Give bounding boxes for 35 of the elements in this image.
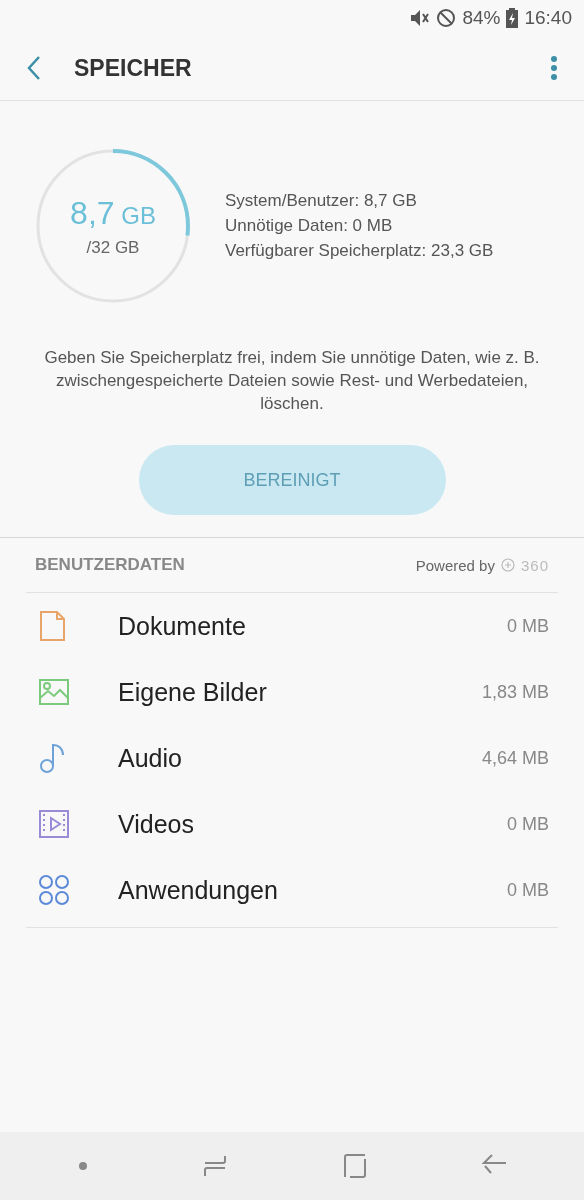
mute-icon [410, 9, 431, 27]
do-not-disturb-icon [436, 8, 457, 28]
hint-text: Geben Sie Speicherplatz frei, indem Sie unnötige Daten, wie z. B. zwischengespeicherte Dateien sowie Rest- und Werbedateien, löschen. [43, 347, 541, 415]
total-storage: /32 GB [86, 237, 140, 258]
storage-detail: System/Benutzer: 8,7 GB [225, 191, 418, 211]
battery-percent: 84% [462, 7, 501, 29]
category-row[interactable]: Audio 4,64 MB [26, 725, 558, 791]
brand-label: 360 [520, 556, 549, 574]
storage-detail: Unnötige Daten: 0 MB [225, 216, 394, 236]
plus-circle-icon [500, 558, 515, 572]
category-name: Anwendungen [118, 875, 279, 905]
home-icon[interactable] [342, 1153, 367, 1179]
category-name: Eigene Bilder [118, 677, 268, 707]
category-size: 0 MB [507, 615, 549, 637]
category-size: 4,64 MB [481, 747, 549, 769]
more-options-icon[interactable] [550, 55, 558, 81]
recent-apps-icon[interactable] [203, 1153, 228, 1179]
category-row[interactable]: Anwendungen 0 MB [26, 857, 558, 923]
powered-by-label: Powered by [415, 556, 495, 574]
category-size: 0 MB [507, 813, 549, 835]
category-name: Audio [118, 743, 183, 773]
category-name: Videos [118, 809, 195, 839]
category-size: 1,83 MB [481, 681, 549, 703]
category-size: 0 MB [507, 879, 549, 901]
category-row[interactable]: Videos 0 MB [26, 791, 558, 857]
dot-icon[interactable] [77, 1161, 88, 1171]
category-name: Dokumente [118, 611, 247, 641]
category-row[interactable]: Eigene Bilder 1,83 MB [26, 659, 558, 725]
clock: 16:40 [524, 7, 572, 29]
battery-charging-icon [506, 8, 519, 28]
screen-title: SPEICHER [74, 54, 193, 82]
section-title: BENUTZERDATEN [35, 555, 185, 575]
storage-detail: Verfügbarer Speicherplatz: 23,3 GB [225, 241, 494, 261]
category-row[interactable]: Dokumente 0 MB [26, 593, 558, 659]
used-storage: 8,7 GB [70, 194, 156, 232]
